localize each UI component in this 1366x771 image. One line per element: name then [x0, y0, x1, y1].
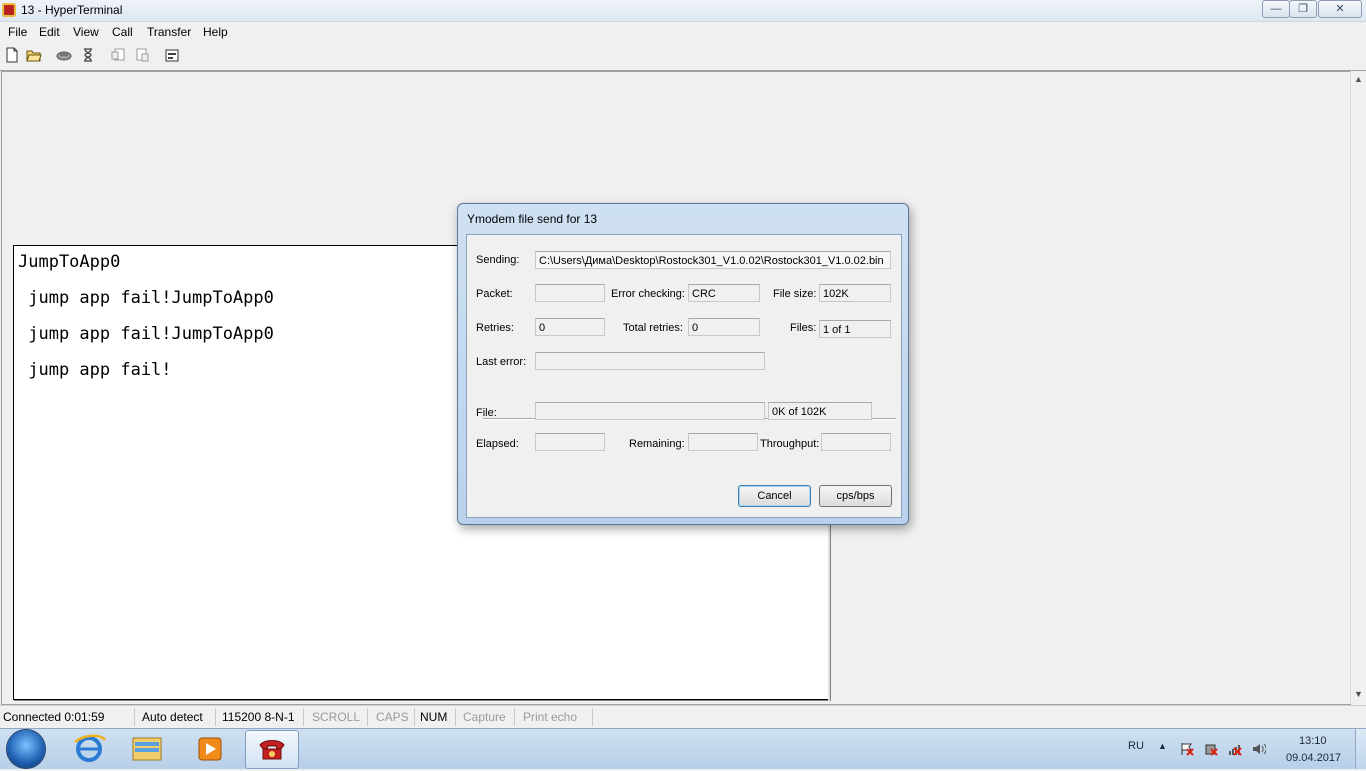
error-checking-label: Error checking:	[611, 288, 685, 300]
status-capture: Capture	[463, 710, 506, 724]
menu-transfer[interactable]: Transfer	[147, 25, 191, 39]
cps-bps-button[interactable]: cps/bps	[819, 485, 892, 507]
total-retries-label: Total retries:	[623, 322, 683, 334]
receive-icon[interactable]	[134, 47, 150, 63]
open-icon[interactable]	[26, 47, 42, 63]
file-progress-text: 0K of 102K	[768, 402, 872, 420]
terminal-line: jump app fail!JumpToApp0	[18, 288, 274, 308]
status-separator	[215, 708, 216, 726]
properties-icon[interactable]	[164, 47, 180, 63]
status-separator	[514, 708, 515, 726]
last-error-field	[535, 352, 765, 370]
tray-expand-icon[interactable]: ▲	[1158, 741, 1167, 751]
error-checking-field: CRC	[688, 284, 760, 302]
status-num: NUM	[420, 710, 448, 724]
clock-time[interactable]: 13:10	[1299, 735, 1327, 747]
retries-field: 0	[535, 318, 605, 336]
new-icon[interactable]	[4, 47, 20, 63]
disconnect-icon[interactable]	[56, 47, 72, 63]
file-size-field: 102K	[819, 284, 891, 302]
status-separator	[455, 708, 456, 726]
minimize-button[interactable]: —	[1262, 0, 1290, 18]
menu-bar: File Edit View Call Transfer Help	[0, 22, 1366, 41]
dial-icon[interactable]	[80, 47, 96, 63]
hyperterminal-app-icon[interactable]	[2, 3, 16, 17]
status-bar: Connected 0:01:59 Auto detect 115200 8-N…	[0, 705, 1366, 729]
send-icon[interactable]	[110, 47, 126, 63]
file-progress-bar	[535, 402, 765, 420]
status-separator	[414, 708, 415, 726]
throughput-field	[821, 433, 891, 451]
remaining-label: Remaining:	[629, 438, 685, 450]
language-indicator[interactable]: RU	[1128, 740, 1144, 752]
elapsed-field	[535, 433, 605, 451]
elapsed-label: Elapsed:	[476, 438, 519, 450]
retries-label: Retries:	[476, 322, 514, 334]
taskbar: RU ▲ 13:10 09.04.2017	[0, 728, 1366, 769]
status-caps: CAPS	[376, 710, 409, 724]
volume-icon[interactable]	[1252, 742, 1267, 756]
file-label: File:	[476, 407, 497, 419]
terminal-line: JumpToApp0	[18, 252, 121, 272]
title-bar: 13 - HyperTerminal — ❐ ✕	[0, 0, 1366, 22]
status-scroll: SCROLL	[312, 710, 361, 724]
internet-explorer-icon[interactable]	[63, 730, 115, 767]
sending-label: Sending:	[476, 254, 520, 266]
status-connected: Connected 0:01:59	[3, 710, 105, 724]
status-separator	[134, 708, 135, 726]
status-separator	[592, 708, 593, 726]
files-field: 1 of 1	[819, 320, 891, 338]
status-separator	[367, 708, 368, 726]
ymodem-dialog: Ymodem file send for 13 Sending: C:\User…	[457, 203, 909, 525]
media-player-icon[interactable]	[183, 730, 235, 767]
safely-remove-icon[interactable]	[1204, 742, 1218, 756]
remaining-field	[688, 433, 758, 451]
status-port: 115200 8-N-1	[222, 710, 295, 724]
show-desktop-button[interactable]	[1355, 729, 1366, 769]
packet-field	[535, 284, 605, 302]
menu-file[interactable]: File	[8, 25, 27, 39]
last-error-label: Last error:	[476, 356, 527, 368]
menu-help[interactable]: Help	[203, 25, 228, 39]
files-label: Files:	[790, 322, 817, 334]
terminal-line: jump app fail!	[18, 360, 172, 380]
clock-date[interactable]: 09.04.2017	[1286, 752, 1341, 764]
file-size-label: File size:	[773, 288, 817, 300]
menu-call[interactable]: Call	[112, 25, 133, 39]
toolbar	[0, 42, 1366, 71]
network-icon[interactable]	[1228, 742, 1242, 756]
scroll-up-icon[interactable]: ▲	[1354, 74, 1363, 84]
menu-edit[interactable]: Edit	[39, 25, 60, 39]
sending-field: C:\Users\Дима\Desktop\Rostock301_V1.0.02…	[535, 251, 891, 269]
scroll-down-icon[interactable]: ▼	[1354, 689, 1363, 699]
throughput-label: Throughput:	[760, 438, 820, 450]
status-detect: Auto detect	[142, 710, 203, 724]
terminal-line: jump app fail!JumpToApp0	[18, 324, 274, 344]
status-print-echo: Print echo	[523, 710, 578, 724]
menu-view[interactable]: View	[73, 25, 99, 39]
maximize-button[interactable]: ❐	[1289, 0, 1317, 18]
cancel-button[interactable]: Cancel	[738, 485, 811, 507]
close-button[interactable]: ✕	[1318, 0, 1362, 18]
window-title: 13 - HyperTerminal	[21, 3, 123, 17]
total-retries-field: 0	[688, 318, 760, 336]
start-button[interactable]	[7, 730, 45, 768]
status-separator	[303, 708, 304, 726]
action-center-icon[interactable]	[1180, 742, 1194, 756]
explorer-folder-icon[interactable]	[121, 730, 173, 767]
dialog-title: Ymodem file send for 13	[467, 212, 598, 226]
packet-label: Packet:	[476, 288, 513, 300]
hyperterminal-taskbar-icon[interactable]	[245, 730, 299, 769]
dialog-body: Sending: C:\Users\Дима\Desktop\Rostock30…	[466, 234, 902, 518]
vertical-scrollbar[interactable]: ▲ ▼	[1350, 71, 1366, 704]
